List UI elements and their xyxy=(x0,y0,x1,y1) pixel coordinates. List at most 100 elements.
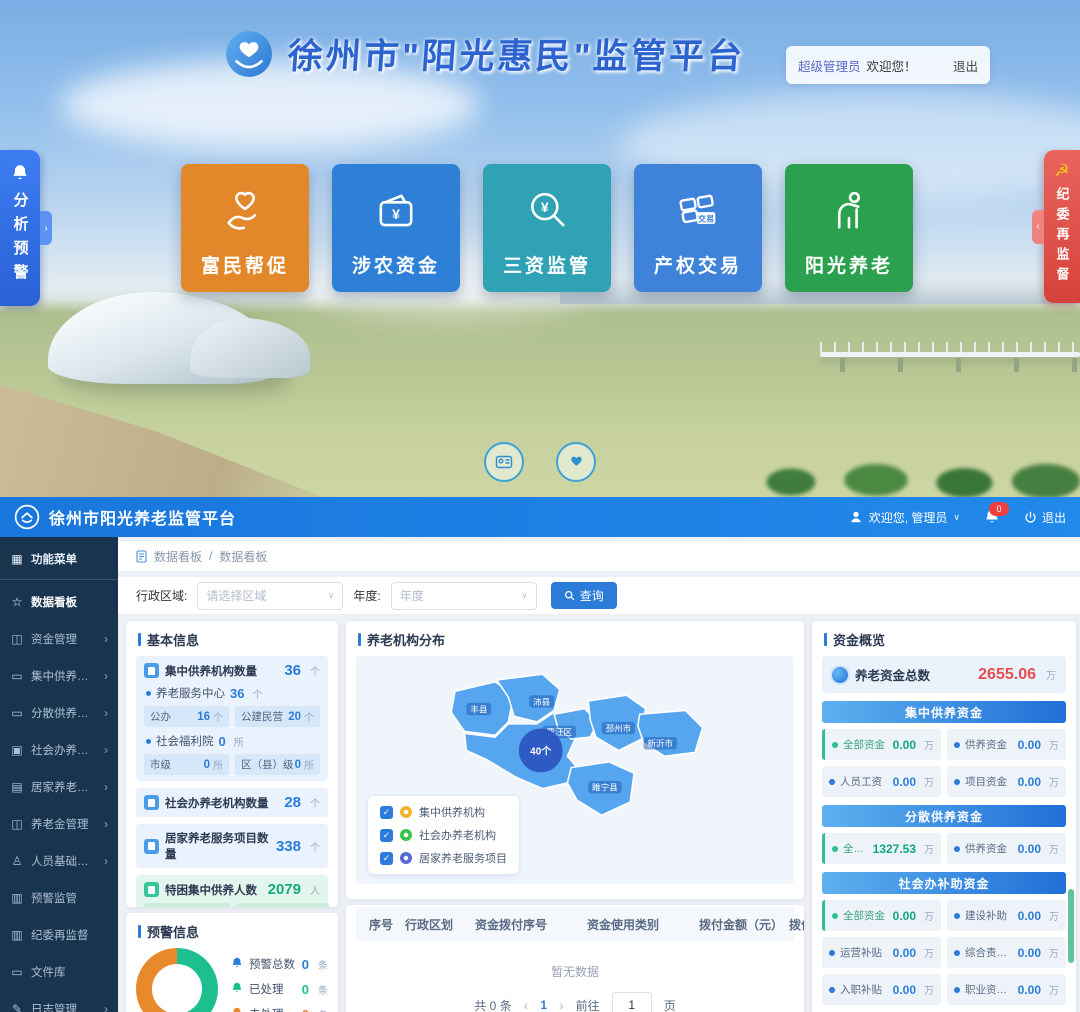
tile-sanzi-jianguan[interactable]: ¥ 三资监管 xyxy=(483,164,611,292)
fund-stat: 供养资金 0.00 万 xyxy=(947,833,1066,864)
map-legend-item[interactable]: 居家养老服务项目 xyxy=(380,850,507,866)
map-legend-item[interactable]: 集中供养机构 xyxy=(380,804,507,820)
panel-title: 基本信息 xyxy=(126,621,338,656)
stat-unit: 个 xyxy=(310,839,320,854)
sidebar-item[interactable]: ▥ 预警监管 xyxy=(0,879,118,916)
fund-stat-value: 0.00 xyxy=(893,775,916,789)
chevron-right-icon: › xyxy=(104,669,108,683)
sidebar-item[interactable]: ◫ 养老金管理 › xyxy=(0,805,118,842)
sidebar-item[interactable]: ▭ 分散供养资金 › xyxy=(0,694,118,731)
stat-label: 居家养老服务项目数量 xyxy=(165,830,270,862)
sidebar-item[interactable]: ♙ 人员基础信息 › xyxy=(0,842,118,879)
checkbox-checked-icon[interactable] xyxy=(380,852,393,865)
breadcrumb-item[interactable]: 数据看板 xyxy=(219,548,267,565)
sidebar-item-label: 预警监管 xyxy=(31,890,101,906)
sidebar-item[interactable]: ☆ 数据看板 xyxy=(0,583,118,620)
bullet-icon xyxy=(832,846,838,852)
alerts-donut-chart xyxy=(136,948,218,1012)
logout-button[interactable]: 退出 xyxy=(1024,509,1066,526)
stat-value: 338 xyxy=(276,838,301,855)
map-region-label: 睢宁县 xyxy=(592,781,618,792)
tile-shenong-zijin[interactable]: ¥ 涉农资金 xyxy=(332,164,460,292)
sidebar-item-icon: ▭ xyxy=(10,706,24,720)
map-legend-item[interactable]: 社会办养老机构 xyxy=(380,827,507,843)
pin-icon xyxy=(400,806,412,818)
region-select[interactable]: 请选择区域 ∨ xyxy=(197,582,343,610)
header-actions: 欢迎您, 管理员 ∨ 0 退出 xyxy=(849,509,1066,526)
sidebar-item[interactable]: ✎ 日志管理 › xyxy=(0,990,118,1012)
region-filter-label: 行政区域: xyxy=(136,587,187,604)
goto-suffix: 页 xyxy=(664,997,676,1012)
bullet-icon xyxy=(954,846,960,852)
fund-stat-value: 0.00 xyxy=(1018,946,1041,960)
table-empty-text: 暂无数据 xyxy=(346,941,804,992)
bell-icon xyxy=(231,1007,243,1012)
year-select[interactable]: 年度 ∨ xyxy=(391,582,537,610)
bell-icon xyxy=(231,982,243,997)
tile-label: 阳光养老 xyxy=(805,251,893,292)
sidebar-item-label: 分散供养资金 xyxy=(31,705,97,721)
sidebar-item[interactable]: ◫ 资金管理 › xyxy=(0,620,118,657)
bullet-icon xyxy=(954,987,960,993)
id-card-icon[interactable] xyxy=(484,442,524,482)
table-header-cell: 资金拨付序号 xyxy=(472,916,584,933)
prev-page-button[interactable]: ‹ xyxy=(524,997,529,1012)
sidebar-item-icon: ▦ xyxy=(10,552,24,566)
user-menu[interactable]: 欢迎您, 管理员 ∨ xyxy=(849,509,960,526)
fund-stat-label: 项目资金 xyxy=(965,774,1007,789)
search-button[interactable]: 查询 xyxy=(551,582,617,609)
fund-section-header: 社会办补助资金 xyxy=(822,872,1066,894)
sidebar-item[interactable]: ▤ 居家养老服务项目 › xyxy=(0,768,118,805)
tile-label: 涉农资金 xyxy=(352,251,440,292)
logout-label: 退出 xyxy=(1042,509,1066,526)
sidebar-item[interactable]: ▣ 社会办养老机构 › xyxy=(0,731,118,768)
svg-text:¥: ¥ xyxy=(392,206,400,222)
stat-unit: 个 xyxy=(310,795,320,810)
page-number[interactable]: 1 xyxy=(540,998,547,1012)
checkbox-checked-icon[interactable] xyxy=(380,806,393,819)
sidebar-item-label: 社会办养老机构 xyxy=(31,742,97,758)
scrollbar-thumb[interactable] xyxy=(1068,889,1074,963)
chip-row: 五保老人 103 人 三无老人 1976 人 xyxy=(144,903,320,907)
fund-stat: 建设补助 0.00 万 xyxy=(947,900,1066,931)
stat-chip: 区（县）级 0 所 xyxy=(235,754,320,775)
sidebar-item[interactable]: ▭ 文件库 xyxy=(0,953,118,990)
hero-user-box: 超级管理员 欢迎您！ 退出 xyxy=(786,46,990,84)
logout-link[interactable]: 退出 xyxy=(953,56,978,75)
sidebar-item[interactable]: ▥ 纪委再监督 xyxy=(0,916,118,953)
discipline-supervision-ribbon[interactable]: ☭ 纪委再监督 ‹ xyxy=(1044,150,1080,303)
stat-card-social-orgs: 社会办养老机构数量 28 个 xyxy=(136,788,328,817)
svg-text:交易: 交易 xyxy=(698,213,714,223)
chevron-left-icon[interactable]: ‹ xyxy=(1032,210,1044,244)
stat-unit: 人 xyxy=(310,882,320,897)
analysis-alert-ribbon[interactable]: 分析预警 › xyxy=(0,150,40,306)
fund-stat-unit: 万 xyxy=(1049,908,1059,923)
tile-yangguang-yanglao[interactable]: 阳光养老 xyxy=(785,164,913,292)
card-icon xyxy=(144,663,159,678)
fund-stat-label: 建设补助 xyxy=(965,908,1007,923)
sidebar-item[interactable]: ▦ 功能菜单 xyxy=(0,539,118,580)
hero-portal: 徐州市"阳光惠民"监管平台 超级管理员 欢迎您！ 退出 分析预警 › ☭ 纪委再… xyxy=(0,0,1080,497)
tile-chanquan-jiaoyi[interactable]: 交易 产权交易 xyxy=(634,164,762,292)
sidebar-item-label: 功能菜单 xyxy=(31,551,101,567)
heart-hands-icon[interactable] xyxy=(556,442,596,482)
table-header-row: 序号行政区划资金拨付序号资金使用类别拨付金额（元）拨付日期 xyxy=(356,907,794,941)
stat-chip: 三无老人 1976 人 xyxy=(236,903,329,907)
document-icon xyxy=(136,550,147,563)
tile-fumin-bangcu[interactable]: 富民帮促 xyxy=(181,164,309,292)
bullet-icon xyxy=(829,987,835,993)
basic-info-panel: 基本信息 集中供养机构数量 36 个 养老服务中心 36 个 公 xyxy=(126,621,338,907)
fund-stat-value: 0.00 xyxy=(1018,983,1041,997)
bell-icon xyxy=(231,957,243,972)
notifications-bell[interactable]: 0 xyxy=(984,509,1000,525)
bullet-icon xyxy=(832,742,838,748)
sidebar-item[interactable]: ▭ 集中供养资金 › xyxy=(0,657,118,694)
chevron-down-icon: ∨ xyxy=(521,590,528,601)
stat-label: 特困集中供养人数 xyxy=(165,882,257,898)
breadcrumb-item[interactable]: 数据看板 xyxy=(154,548,202,565)
chevron-right-icon[interactable]: › xyxy=(40,211,52,245)
alert-stat: 预警总数 0 条 xyxy=(231,956,328,972)
goto-page-input[interactable] xyxy=(612,992,652,1012)
next-page-button[interactable]: › xyxy=(559,997,564,1012)
checkbox-checked-icon[interactable] xyxy=(380,829,393,842)
